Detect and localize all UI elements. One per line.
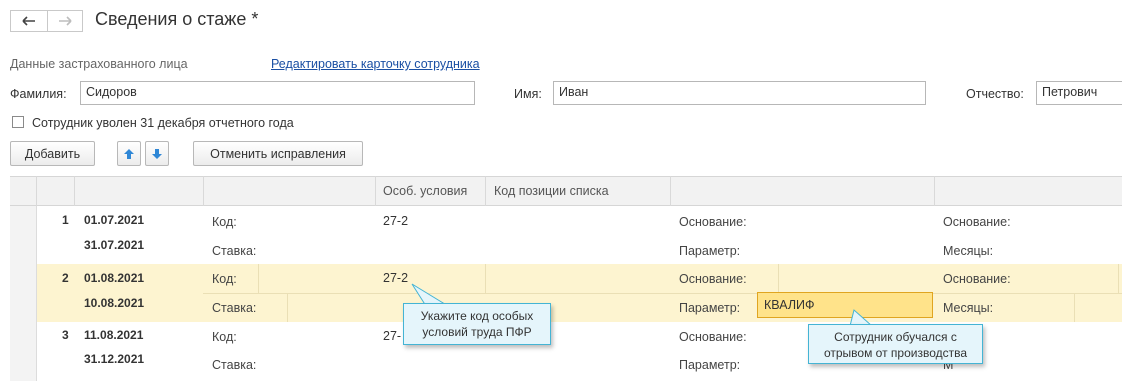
parameter-hint-tooltip: Сотрудник обучался с отрывом от производ… <box>808 324 983 364</box>
code-hint-tooltip: Укажите код особых условий труда ПФР <box>403 303 551 345</box>
